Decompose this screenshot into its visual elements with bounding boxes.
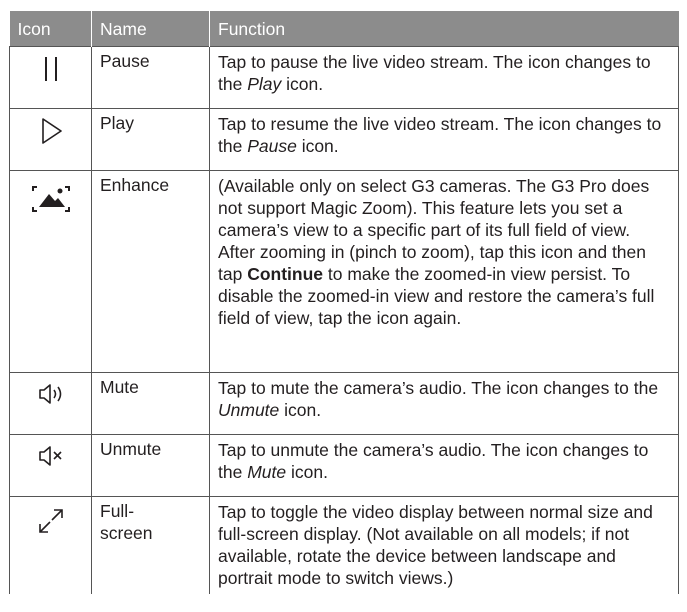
row-function: (Available only on select G3 cameras. Th… (209, 170, 679, 373)
table-row: Play Tap to resume the live video stream… (9, 108, 679, 171)
icon-cell (9, 170, 92, 373)
row-name: Full- screen (91, 496, 210, 594)
fullscreen-icon (38, 509, 63, 533)
icon-cell (9, 108, 92, 171)
table-row: Pause Tap to pause the live video stream… (9, 46, 679, 109)
enhance-icon (31, 186, 70, 212)
icon-reference-table: Icon Name Function Pause Tap to pause th… (9, 11, 679, 594)
row-name: Mute (91, 372, 210, 435)
row-name: Unmute (91, 434, 210, 497)
pause-icon (44, 57, 57, 81)
table-header-row: Icon Name Function (9, 11, 679, 47)
page: Icon Name Function Pause Tap to pause th… (0, 0, 687, 612)
row-function: Tap to pause the live video stream. The … (209, 46, 679, 109)
play-icon (41, 118, 62, 144)
header-icon: Icon (9, 11, 92, 47)
icon-cell (9, 496, 92, 594)
unmute-icon (38, 446, 62, 466)
icon-cell (9, 372, 92, 435)
header-name: Name (91, 11, 210, 47)
table-row: Full- screen Tap to toggle the video dis… (9, 496, 679, 594)
row-function: Tap to toggle the video display between … (209, 496, 679, 594)
table-row: Enhance (Available only on select G3 cam… (9, 170, 679, 373)
row-function: Tap to unmute the camera’s audio. The ic… (209, 434, 679, 497)
row-function: Tap to resume the live video stream. The… (209, 108, 679, 171)
table-row: Unmute Tap to unmute the camera’s audio.… (9, 434, 679, 497)
row-name: Pause (91, 46, 210, 109)
header-function: Function (209, 11, 679, 47)
mute-icon (38, 384, 61, 404)
table-row: Mute Tap to mute the camera’s audio. The… (9, 372, 679, 435)
icon-cell (9, 434, 92, 497)
row-function: Tap to mute the camera’s audio. The icon… (209, 372, 679, 435)
row-name: Play (91, 108, 210, 171)
row-name: Enhance (91, 170, 210, 373)
icon-cell (9, 46, 92, 109)
